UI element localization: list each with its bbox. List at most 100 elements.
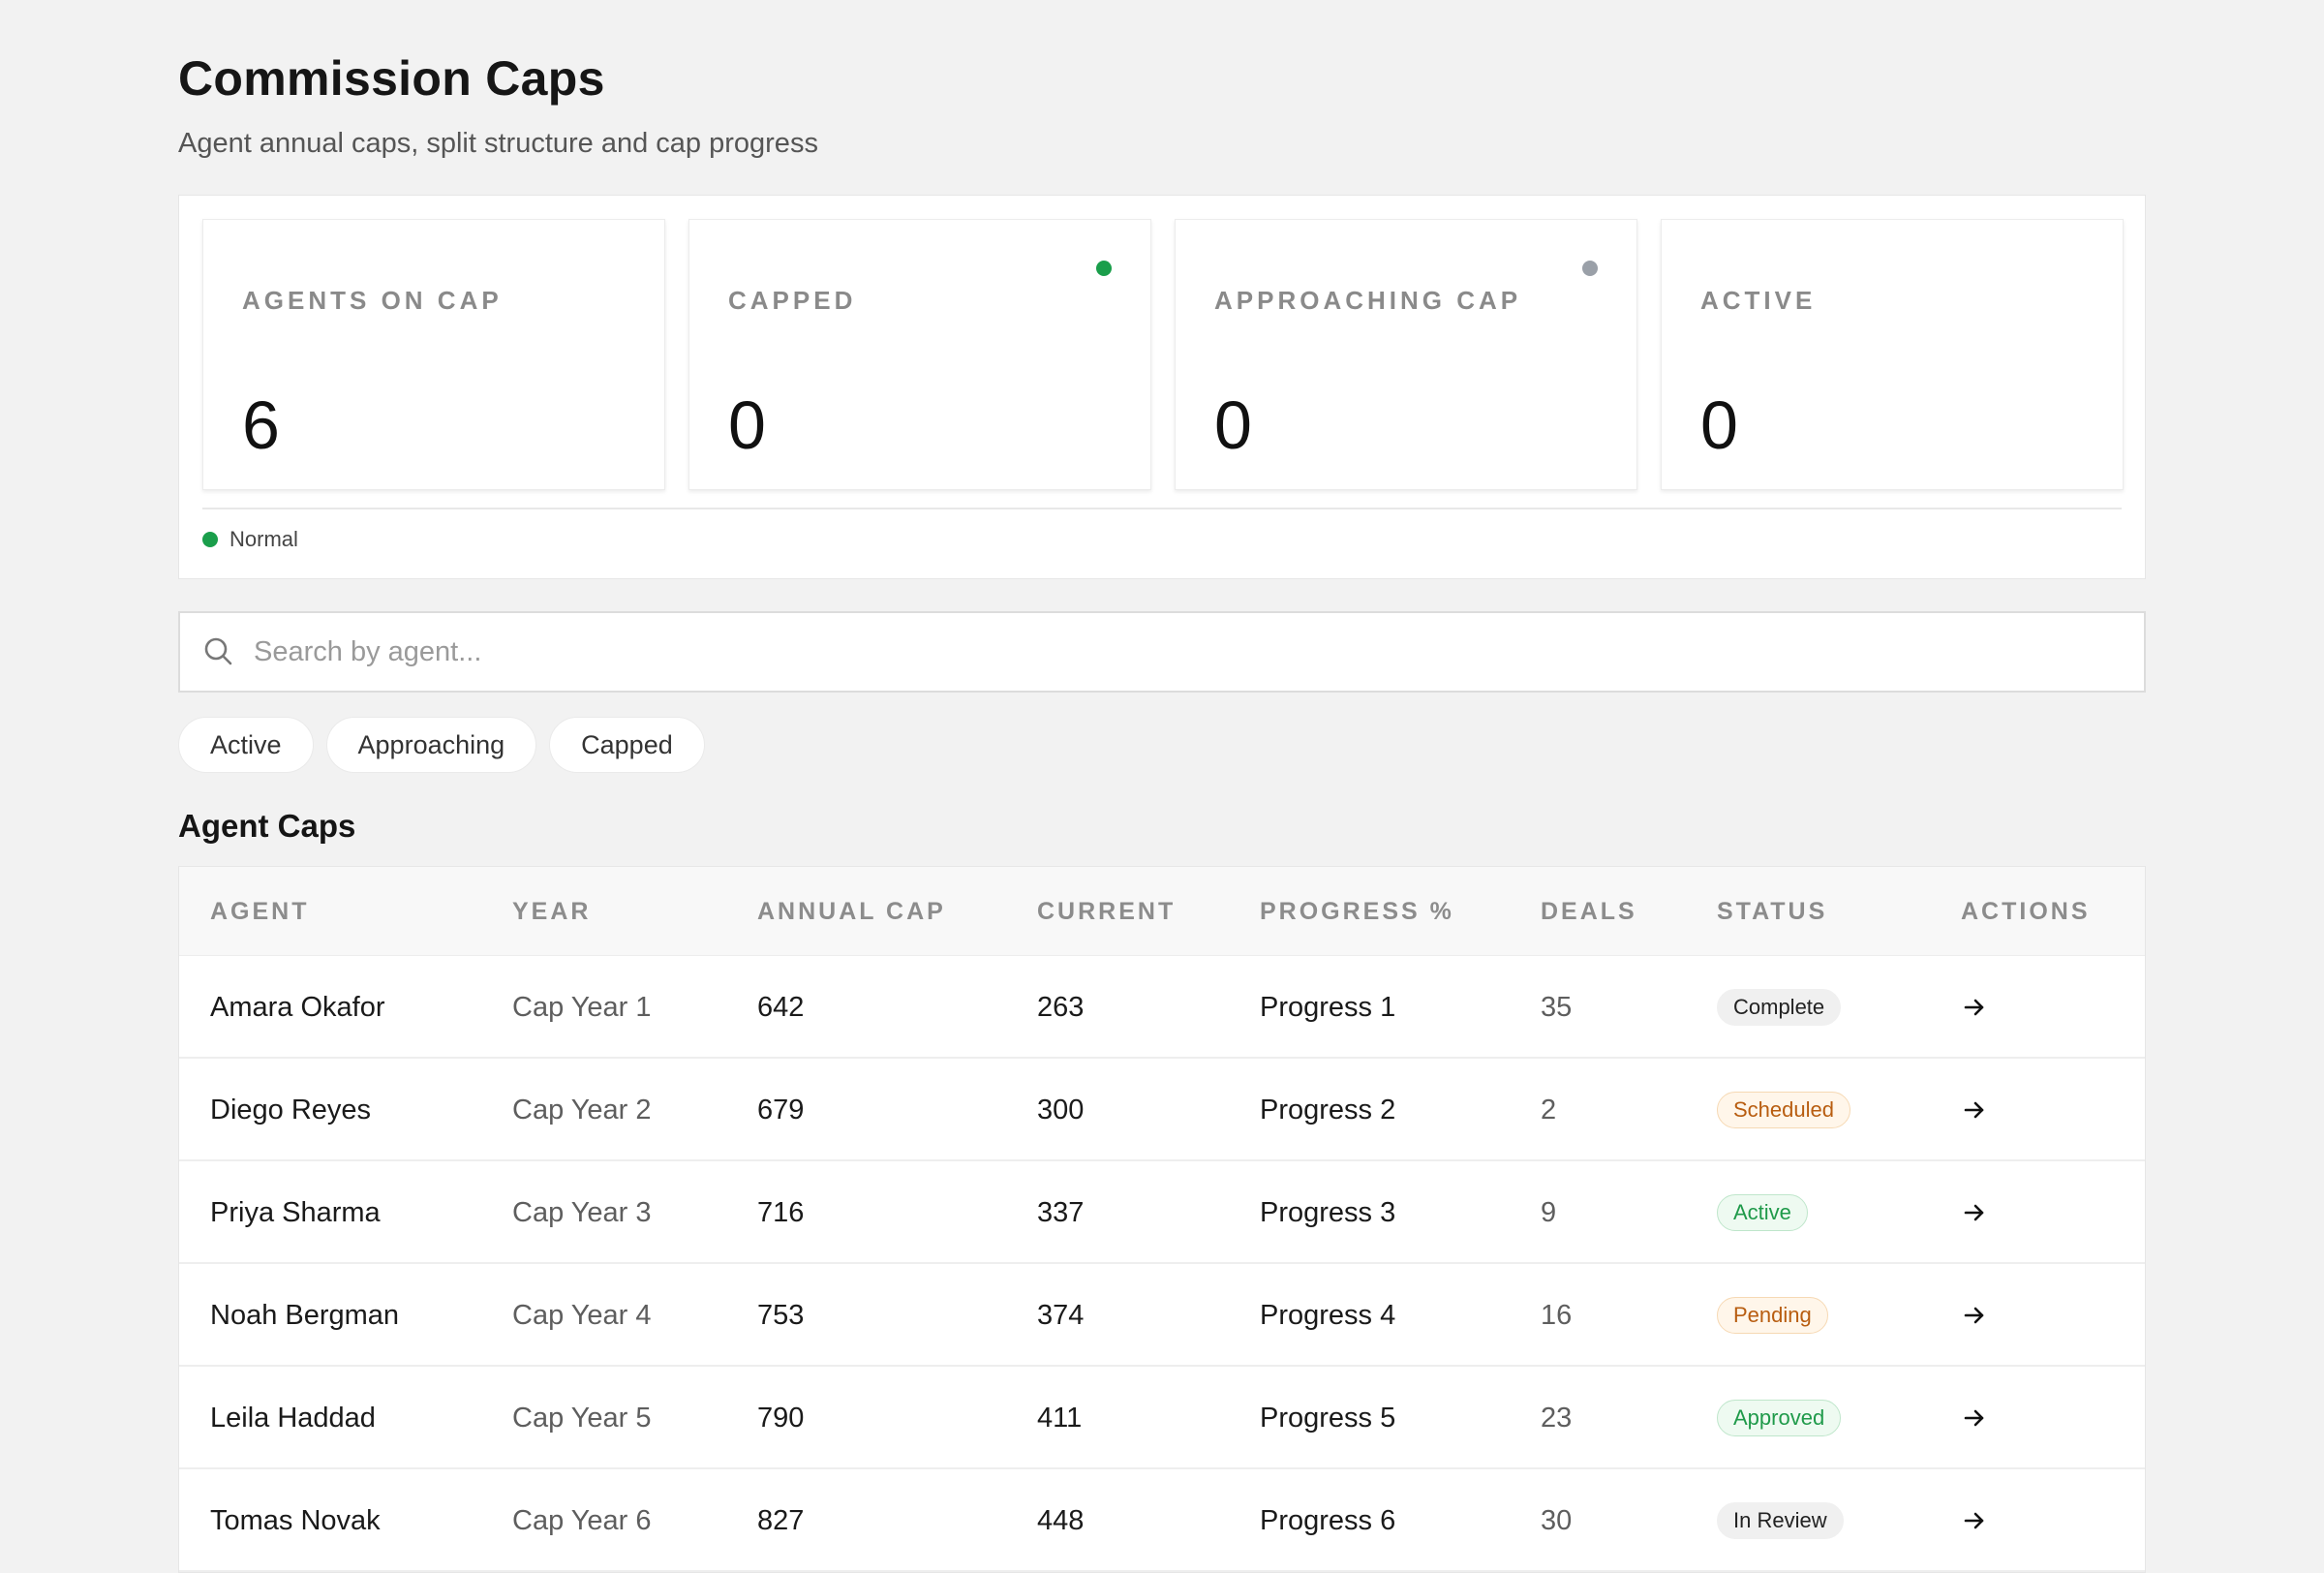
- actions-cell: [1961, 1264, 1988, 1367]
- stat-card-label: AGENTS ON CAP: [242, 286, 503, 315]
- deals-count: 9: [1541, 1197, 1557, 1228]
- stat-card-label: CAPPED: [728, 286, 857, 315]
- arrow-right-icon[interactable]: [1961, 1199, 1988, 1226]
- table-row[interactable]: Priya Sharma Cap Year 3 716 337 Progress 3 9 A…: [179, 1161, 2145, 1264]
- cap-year: Cap Year 3: [512, 1197, 652, 1228]
- cap-year: Cap Year 1: [512, 992, 652, 1023]
- arrow-right-icon[interactable]: [1961, 1302, 1988, 1329]
- status-cell: Pending: [1717, 1264, 1828, 1367]
- stat-card-value: 6: [242, 387, 280, 463]
- actions-cell: [1961, 956, 1988, 1059]
- status-cell: Complete: [1717, 956, 1842, 1059]
- arrow-right-icon[interactable]: [1961, 1404, 1988, 1432]
- filter-active[interactable]: Active: [178, 717, 314, 773]
- arrow-right-icon[interactable]: [1961, 1096, 1988, 1124]
- arrow-right-icon[interactable]: [1961, 1507, 1988, 1534]
- table-row[interactable]: Tomas Novak Cap Year 6 827 448 Progress 6 30 I…: [179, 1469, 2145, 1572]
- deals-count: 2: [1541, 1095, 1557, 1126]
- column-header-year: YEAR: [512, 898, 592, 925]
- status-badge: Pending: [1717, 1297, 1828, 1334]
- deals-count: 16: [1541, 1300, 1573, 1331]
- annual-cap: 827: [757, 1505, 805, 1536]
- agent-name: Priya Sharma: [210, 1197, 381, 1228]
- status-cell: Approved: [1717, 1367, 1842, 1469]
- stat-card-value: 0: [728, 387, 766, 463]
- column-header-current: CURRENT: [1037, 898, 1177, 925]
- actions-cell: [1961, 1469, 1988, 1572]
- agent-name: Amara Okafor: [210, 992, 385, 1023]
- cap-year: Cap Year 4: [512, 1300, 652, 1331]
- agent-name: Tomas Novak: [210, 1505, 381, 1536]
- status-badge: Active: [1717, 1194, 1808, 1231]
- annual-cap: 679: [757, 1095, 805, 1126]
- summary-panel: AGENTS ON CAP 6 CAPPED 0 APPROACHING CAP…: [178, 195, 2146, 579]
- cap-year: Cap Year 6: [512, 1505, 652, 1536]
- stat-card-label: ACTIVE: [1700, 286, 1817, 315]
- cap-year: Cap Year 5: [512, 1403, 652, 1434]
- legend-dot: [202, 532, 218, 547]
- status-dot: [1582, 261, 1598, 276]
- filter-approaching[interactable]: Approaching: [325, 717, 537, 773]
- agent-name: Diego Reyes: [210, 1095, 372, 1126]
- search-input[interactable]: [254, 613, 2094, 691]
- status-badge: Approved: [1717, 1400, 1842, 1436]
- table-row[interactable]: Diego Reyes Cap Year 2 679 300 Progress 2 2 Sc…: [179, 1059, 2145, 1161]
- progress: Progress 3: [1260, 1197, 1396, 1228]
- filter-pills: Active Approaching Capped: [178, 717, 705, 773]
- progress: Progress 6: [1260, 1505, 1396, 1536]
- table-row[interactable]: Leila Haddad Cap Year 5 790 411 Progress 5 23…: [179, 1367, 2145, 1469]
- divider: [202, 508, 2122, 509]
- status-cell: Scheduled: [1717, 1059, 1850, 1161]
- legend: Normal: [202, 527, 298, 552]
- agent-caps-table: AGENT YEAR ANNUAL CAP CURRENT PROGRESS %…: [178, 866, 2146, 1573]
- annual-cap: 790: [757, 1403, 805, 1434]
- progress: Progress 4: [1260, 1300, 1396, 1331]
- annual-cap: 642: [757, 992, 805, 1023]
- actions-cell: [1961, 1161, 1988, 1264]
- stat-card-agents-on-cap: AGENTS ON CAP 6: [202, 219, 665, 490]
- agent-name: Leila Haddad: [210, 1403, 376, 1434]
- current-value: 337: [1037, 1197, 1085, 1228]
- column-header-status: STATUS: [1717, 898, 1828, 925]
- agent-name: Noah Bergman: [210, 1300, 400, 1331]
- stat-card-approaching-cap: APPROACHING CAP 0: [1175, 219, 1637, 490]
- page-title: Commission Caps: [178, 51, 605, 106]
- status-badge: Scheduled: [1717, 1092, 1850, 1128]
- deals-count: 23: [1541, 1403, 1573, 1434]
- search-icon: [204, 637, 232, 665]
- section-title: Agent Caps: [178, 808, 356, 844]
- deals-count: 30: [1541, 1505, 1573, 1536]
- actions-cell: [1961, 1059, 1988, 1161]
- legend-label: Normal: [229, 527, 298, 551]
- stat-card-value: 0: [1214, 387, 1252, 463]
- current-value: 300: [1037, 1095, 1085, 1126]
- status-badge: In Review: [1717, 1502, 1844, 1539]
- status-badge: Complete: [1717, 989, 1842, 1026]
- filter-capped[interactable]: Capped: [549, 717, 705, 773]
- arrow-right-icon[interactable]: [1961, 994, 1988, 1021]
- status-cell: In Review: [1717, 1469, 1844, 1572]
- annual-cap: 753: [757, 1300, 805, 1331]
- status-cell: Active: [1717, 1161, 1808, 1264]
- actions-cell: [1961, 1367, 1988, 1469]
- table-body: Amara Okafor Cap Year 1 642 263 Progress 1 35…: [179, 956, 2145, 1572]
- search-bar: [178, 611, 2146, 693]
- column-header-progress: PROGRESS %: [1260, 898, 1454, 925]
- stat-card-value: 0: [1700, 387, 1738, 463]
- status-dot: [1096, 261, 1112, 276]
- table-row[interactable]: Amara Okafor Cap Year 1 642 263 Progress 1 35…: [179, 956, 2145, 1059]
- progress: Progress 5: [1260, 1403, 1396, 1434]
- column-header-annual-cap: ANNUAL CAP: [757, 898, 946, 925]
- stat-card-active: ACTIVE 0: [1661, 219, 2124, 490]
- column-header-actions: ACTIONS: [1961, 898, 2091, 925]
- stat-card-label: APPROACHING CAP: [1214, 286, 1522, 315]
- stat-card-capped: CAPPED 0: [688, 219, 1151, 490]
- current-value: 263: [1037, 992, 1085, 1023]
- cap-year: Cap Year 2: [512, 1095, 652, 1126]
- current-value: 411: [1037, 1403, 1083, 1434]
- progress: Progress 1: [1260, 992, 1396, 1023]
- table-row[interactable]: Noah Bergman Cap Year 4 753 374 Progress 4 16…: [179, 1264, 2145, 1367]
- deals-count: 35: [1541, 992, 1573, 1023]
- column-header-agent: AGENT: [210, 898, 310, 925]
- progress: Progress 2: [1260, 1095, 1396, 1126]
